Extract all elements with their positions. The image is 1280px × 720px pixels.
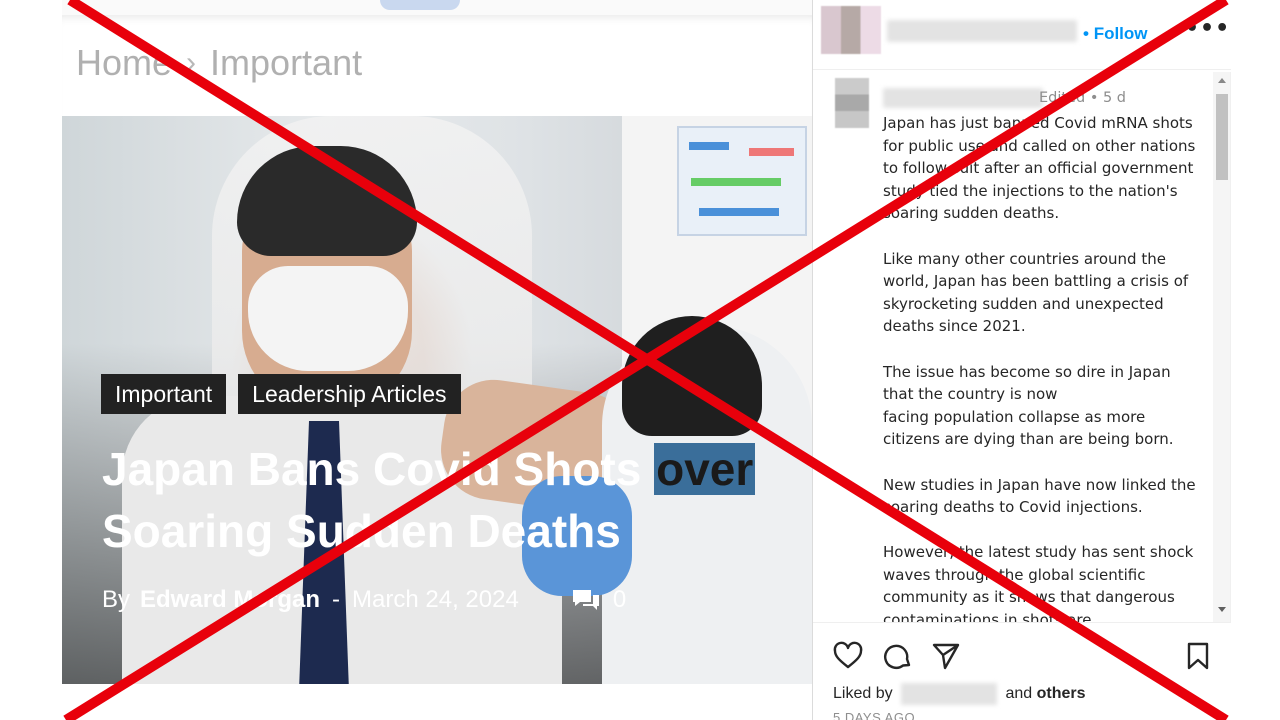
heart-icon[interactable] (833, 641, 863, 671)
hero-image: Important Leadership Articles Japan Bans… (62, 116, 812, 684)
post-timestamp: 5 DAYS AGO (833, 710, 916, 720)
post-header: • Follow ••• (813, 0, 1231, 70)
site-header-strip (62, 0, 812, 16)
follow-label: Follow (1093, 24, 1148, 43)
headline-line-2: Soaring Sudden Deaths (102, 505, 621, 557)
share-icon[interactable] (931, 641, 961, 671)
profile-avatar[interactable] (821, 6, 881, 54)
headline-highlighted-word: over (654, 443, 756, 495)
article-page: Home › Important Important Leadership Ar… (0, 0, 812, 720)
scrollbar-thumb[interactable] (1216, 94, 1228, 180)
redacted-username[interactable] (887, 20, 1077, 42)
bookmark-icon[interactable] (1183, 641, 1213, 671)
comment-icon[interactable] (883, 641, 913, 671)
comment-bubble-icon[interactable] (571, 588, 601, 612)
byline-separator: - (332, 586, 341, 613)
scroll-down-arrow-icon[interactable] (1218, 607, 1226, 612)
more-options-icon[interactable]: ••• (1185, 16, 1230, 41)
follow-dot: • (1083, 24, 1089, 43)
breadcrumb-separator: › (186, 46, 197, 79)
breadcrumb-current[interactable]: Important (210, 42, 362, 84)
author-link[interactable]: Edward Morgan (140, 586, 320, 614)
by-label: By (102, 586, 131, 613)
liked-by-label: Liked by (833, 685, 893, 703)
site-logo[interactable] (380, 0, 460, 10)
post-actions: Liked by and others 5 DAYS AGO (813, 622, 1231, 720)
breadcrumb: Home › Important (62, 16, 812, 116)
byline: By Edward Morgan - March 24, 2024 0 (102, 586, 626, 614)
instagram-post-panel: • Follow ••• Edited • 5 d Japan has just… (812, 0, 1280, 720)
liked-others-link[interactable]: others (1037, 685, 1086, 702)
caption-avatar[interactable] (835, 78, 869, 128)
redacted-caption-username[interactable] (883, 88, 1043, 108)
category-tags: Important Leadership Articles (101, 374, 461, 414)
face-mask (248, 266, 408, 371)
scroll-up-arrow-icon[interactable] (1218, 78, 1226, 83)
publish-date: March 24, 2024 (352, 586, 519, 613)
liked-by-line: Liked by and others (833, 683, 1086, 705)
article-headline[interactable]: Japan Bans Covid Shots over Soaring Sudd… (102, 438, 802, 562)
liked-and-label: and (1005, 685, 1033, 703)
tag-leadership-articles[interactable]: Leadership Articles (238, 374, 461, 414)
caption-scroll-area[interactable]: Edited • 5 d Japan has just banned Covid… (813, 72, 1231, 622)
caption-scrollbar[interactable] (1213, 72, 1230, 622)
redacted-liker[interactable] (901, 683, 998, 705)
caption-meta: Edited • 5 d (1039, 90, 1127, 106)
breadcrumb-home-link[interactable]: Home (76, 42, 172, 84)
tag-important[interactable]: Important (101, 374, 227, 414)
post-caption: Japan has just banned Covid mRNA shots f… (883, 114, 1196, 622)
wall-poster (677, 126, 807, 236)
headline-line-1: Japan Bans Covid Shots (102, 443, 655, 495)
follow-button[interactable]: • Follow (1083, 24, 1148, 44)
comment-count[interactable]: 0 (613, 586, 626, 614)
